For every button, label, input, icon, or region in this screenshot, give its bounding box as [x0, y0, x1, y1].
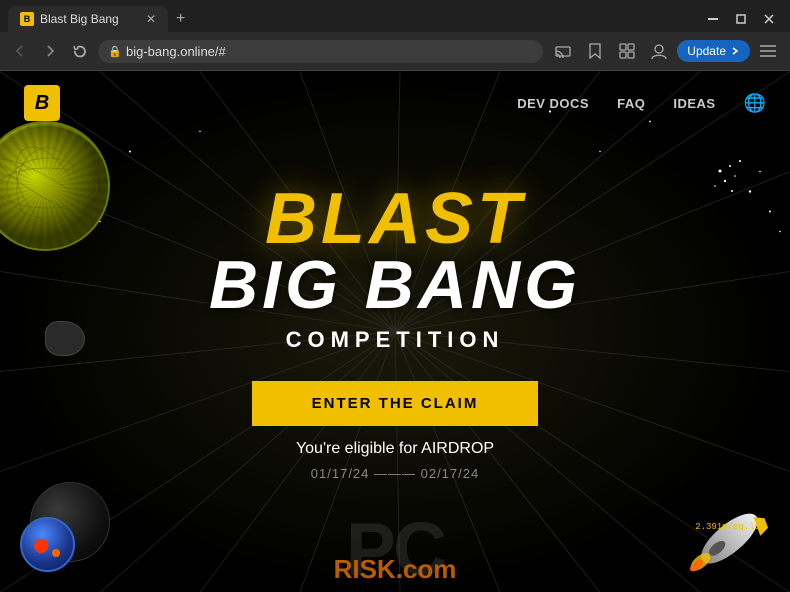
speed-indicator: 2.391m/eq.lu — [695, 522, 760, 532]
nav-bar: 🔒 big-bang.online/# Update — [0, 32, 790, 70]
decorative-ball — [20, 517, 75, 572]
tab-close-button[interactable]: ✕ — [146, 12, 156, 26]
globe-icon[interactable]: 🌐 — [744, 93, 766, 114]
browser-chrome: B Blast Big Bang ✕ + — [0, 0, 790, 71]
date-range: 01/17/24 ——— 02/17/24 — [95, 466, 695, 481]
update-button[interactable]: Update — [677, 40, 750, 62]
profile-icon[interactable] — [645, 37, 673, 65]
bookmark-icon[interactable] — [581, 37, 609, 65]
window-controls — [700, 9, 782, 29]
extensions-icon[interactable] — [613, 37, 641, 65]
tab-title: Blast Big Bang — [40, 12, 119, 26]
title-bar: B Blast Big Bang ✕ + — [0, 0, 790, 32]
minimize-button[interactable] — [700, 9, 726, 29]
new-tab-button[interactable]: + — [168, 10, 193, 28]
menu-icon[interactable] — [754, 37, 782, 65]
nav-ideas[interactable]: IDEAS — [673, 96, 715, 111]
url-text: big-bang.online/# — [126, 44, 533, 59]
competition-subtitle: COMPETITION — [95, 327, 695, 353]
browser-tab[interactable]: B Blast Big Bang ✕ — [8, 6, 168, 32]
website-content: B DEV DOCS FAQ IDEAS 🌐 BLAST BIG BANG CO… — [0, 71, 790, 592]
nav-links: DEV DOCS FAQ IDEAS 🌐 — [517, 93, 766, 114]
cast-icon[interactable] — [549, 37, 577, 65]
nav-faq[interactable]: FAQ — [617, 96, 645, 111]
blast-title: BLAST — [95, 183, 695, 255]
ball-spot-2 — [52, 549, 60, 557]
watermark-risk-text: RISK.com — [334, 554, 457, 585]
maximize-button[interactable] — [728, 9, 754, 29]
back-button[interactable] — [8, 39, 32, 63]
claim-button[interactable]: ENTER THE CLAIM — [252, 381, 539, 426]
reload-button[interactable] — [68, 39, 92, 63]
speed-text: 2.391m/eq.lu — [695, 522, 760, 532]
watermark: PC RISK.com — [346, 512, 444, 587]
airdrop-message: You're eligible for AIRDROP — [95, 440, 695, 458]
tab-favicon: B — [20, 12, 34, 26]
big-bang-title: BIG BANG — [95, 251, 695, 319]
forward-button[interactable] — [38, 39, 62, 63]
site-nav: B DEV DOCS FAQ IDEAS 🌐 — [0, 71, 790, 135]
nav-dev-docs[interactable]: DEV DOCS — [517, 96, 589, 111]
main-content: BLAST BIG BANG COMPETITION ENTER THE CLA… — [95, 183, 695, 481]
address-bar[interactable]: 🔒 big-bang.online/# — [98, 40, 543, 63]
site-logo[interactable]: B — [24, 85, 60, 121]
ball-spot-1 — [34, 539, 48, 553]
nav-right-icons: Update — [549, 37, 782, 65]
close-button[interactable] — [756, 9, 782, 29]
lock-icon: 🔒 — [108, 45, 122, 58]
asteroid-decoration — [45, 321, 85, 356]
